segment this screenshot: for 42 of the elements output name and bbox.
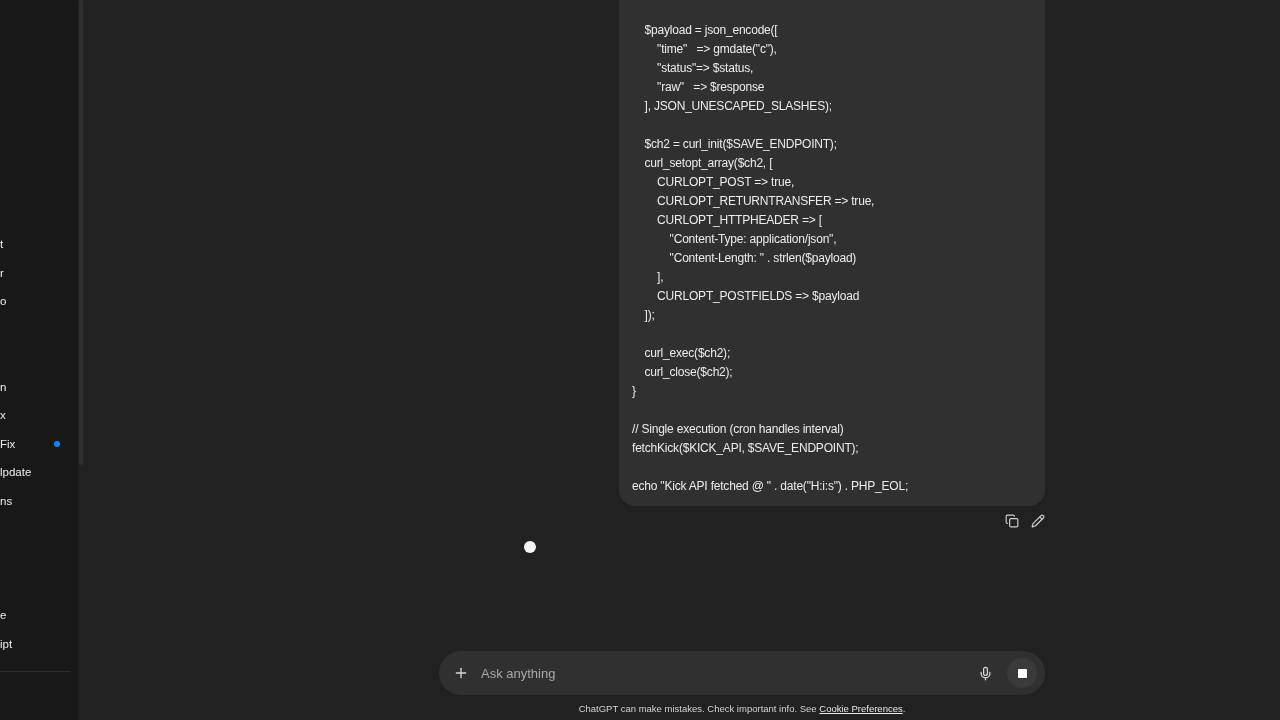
chat-history-item[interactable]: lpdate [0,458,78,487]
disclaimer-text: ChatGPT can make mistakes. Check important info. See Cookie Preferences. [577,702,907,716]
chat-history-item[interactable]: e [0,601,78,630]
code-line: ], JSON_UNESCAPED_SLASHES); [643,98,833,115]
code-line: $ch2 = curl_init($SAVE_ENDPOINT); [643,136,838,153]
copy-icon[interactable] [1005,514,1019,528]
code-line: // Single execution (cron handles interval) [632,421,845,438]
code-line: "time" => gmdate("c"), [656,41,778,58]
chat-history-item[interactable]: r [0,258,78,287]
microphone-icon[interactable] [978,665,993,681]
code-line: CURLOPT_HTTPHEADER => [ [656,212,823,229]
code-line: curl_exec($ch2); [643,345,732,362]
pencil-icon[interactable] [1031,514,1045,528]
chat-history-item[interactable]: n [0,372,78,401]
message-composer[interactable]: Ask anything [439,651,1045,695]
chat-history-item[interactable]: t [0,230,78,259]
chat-history-item[interactable]: Fix [0,429,78,458]
cookie-preferences-link[interactable]: Cookie Preferences [819,703,903,714]
code-line: ]); [643,307,656,324]
stop-button[interactable] [1007,658,1037,688]
code-line: "raw" => $response [656,79,766,96]
code-line: $payload = json_encode([ [643,22,779,39]
code-line: curl_setopt_array($ch2, [ [643,155,774,172]
chat-history-item[interactable]: ns [0,486,78,515]
plus-icon[interactable] [453,665,469,681]
code-line: } [632,383,637,400]
code-line: "status"=> $status, [656,60,755,77]
code-line: ], [656,269,665,286]
message-input[interactable]: Ask anything [479,664,968,682]
code-line: CURLOPT_RETURNTRANSFER => true, [656,193,876,210]
code-line: "Content-Type: application/json", [668,231,838,248]
code-line: CURLOPT_POSTFIELDS => $payload [656,288,861,305]
code-line: "Content-Length: " . strlen($payload) [668,250,858,267]
code-line: fetchKick($KICK_API, $SAVE_ENDPOINT); [632,440,860,457]
code-line: curl_close($ch2); [643,364,734,381]
chat-history-item[interactable]: x [0,401,78,430]
chat-history-item[interactable]: ipt [0,629,78,658]
code-line: CURLOPT_POST => true, [656,174,796,191]
code-line: echo "Kick API fetched @ " . date("H:i:s") . PHP_EOL; [632,478,910,495]
pointer-dot [524,541,536,553]
chat-history-item[interactable]: o [0,287,78,316]
stop-icon [1017,668,1027,678]
